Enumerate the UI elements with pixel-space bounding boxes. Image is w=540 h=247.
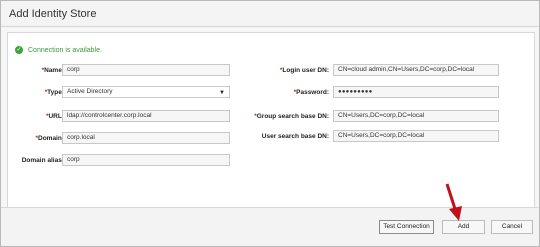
pointer-arrow-icon: [445, 183, 462, 221]
connection-status-text: Connection is available.: [28, 46, 102, 54]
dropdown-caret-icon: ▼: [219, 90, 225, 96]
group-search-base-dn-field[interactable]: CN=Users,DC=corp,DC=local: [333, 110, 499, 122]
dialog-title: Add Identity Store: [9, 8, 97, 20]
check-circle-icon: ✓: [15, 46, 23, 54]
cancel-button[interactable]: Cancel: [491, 220, 533, 234]
domain-field[interactable]: corp.local: [62, 132, 230, 144]
login-user-dn-field[interactable]: CN=cloud admin,CN=Users,DC=corp,DC=local: [333, 64, 499, 76]
user-search-base-dn-field[interactable]: CN=Users,DC=corp,DC=local: [333, 130, 499, 142]
type-select-value: Active Directory: [67, 88, 113, 95]
add-button[interactable]: Add: [442, 220, 485, 234]
name-field[interactable]: corp: [62, 64, 230, 76]
domain-alias-field[interactable]: corp: [62, 154, 230, 166]
dialog-titlebar: Add Identity Store: [1, 1, 539, 27]
login-user-dn-label: *Login user DN:: [279, 67, 329, 74]
name-label: *Name:: [41, 67, 64, 74]
type-select[interactable]: Active Directory ▼: [62, 86, 230, 98]
connection-status: ✓ Connection is available.: [15, 46, 102, 54]
user-search-base-dn-label: User search base DN:: [261, 133, 329, 140]
url-field[interactable]: ldap://controlcenter.corp.local: [62, 110, 230, 122]
domain-label: *Domain:: [35, 135, 64, 142]
group-search-base-dn-label: *Group search base DN:: [254, 113, 329, 120]
domain-alias-label: Domain alias:: [21, 157, 64, 164]
password-label: *Password:: [293, 89, 329, 96]
password-field[interactable]: ●●●●●●●●●: [333, 86, 499, 98]
test-connection-button[interactable]: Test Connection: [379, 220, 434, 234]
